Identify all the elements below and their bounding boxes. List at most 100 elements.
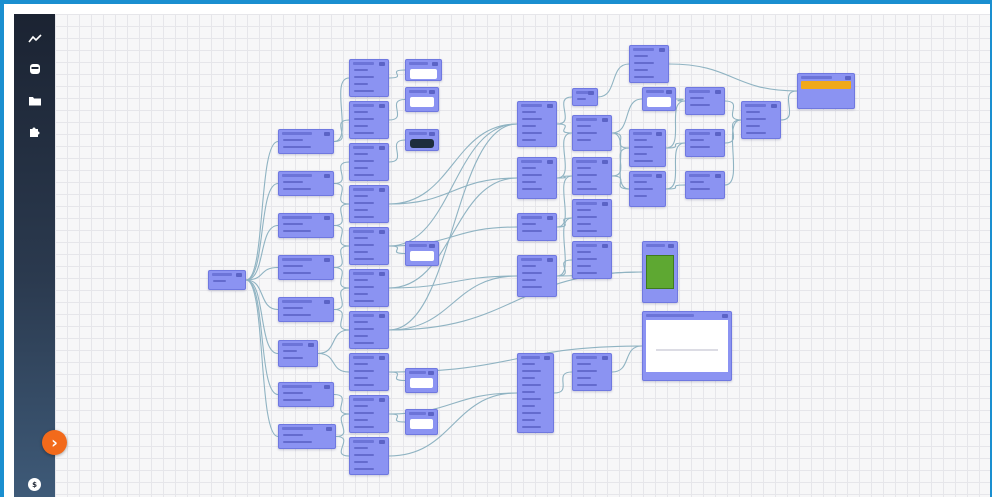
flow-node[interactable] <box>642 311 732 381</box>
node-toggle-button[interactable] <box>602 356 608 360</box>
node-toggle-button[interactable] <box>715 132 721 136</box>
flow-node[interactable] <box>517 353 554 433</box>
node-toggle-button[interactable] <box>602 160 608 164</box>
flow-node[interactable] <box>349 269 389 307</box>
node-toggle-button[interactable] <box>324 258 330 262</box>
node-toggle-button[interactable] <box>428 371 434 375</box>
flow-node[interactable] <box>642 87 676 111</box>
flow-node[interactable] <box>349 395 389 433</box>
flow-canvas[interactable] <box>55 14 990 497</box>
node-toggle-button[interactable] <box>379 188 385 192</box>
node-toggle-button[interactable] <box>379 440 385 444</box>
flow-node[interactable] <box>685 129 725 157</box>
node-toggle-button[interactable] <box>547 104 553 108</box>
flow-node[interactable] <box>349 227 389 265</box>
flow-node[interactable] <box>741 101 781 139</box>
flow-node[interactable] <box>349 437 389 475</box>
flow-node[interactable] <box>685 171 725 199</box>
flow-node[interactable] <box>278 171 334 196</box>
node-toggle-button[interactable] <box>659 48 665 52</box>
flow-node[interactable] <box>405 129 439 151</box>
node-toggle-button[interactable] <box>324 174 330 178</box>
node-toggle-button[interactable] <box>722 314 728 318</box>
node-toggle-button[interactable] <box>715 174 721 178</box>
flow-node[interactable] <box>685 87 725 115</box>
node-toggle-button[interactable] <box>602 244 608 248</box>
flow-node[interactable] <box>278 213 334 238</box>
node-toggle-button[interactable] <box>429 132 435 136</box>
flow-node[interactable] <box>517 255 557 297</box>
node-toggle-button[interactable] <box>379 272 385 276</box>
node-toggle-button[interactable] <box>324 216 330 220</box>
node-toggle-button[interactable] <box>668 244 674 248</box>
node-toggle-button[interactable] <box>547 258 553 262</box>
node-text-widget[interactable] <box>647 97 671 107</box>
node-toggle-button[interactable] <box>547 216 553 220</box>
flow-node[interactable] <box>349 185 389 223</box>
node-toggle-button[interactable] <box>602 118 608 122</box>
puzzle-piece-icon[interactable] <box>14 120 55 142</box>
node-toggle-button[interactable] <box>379 314 385 318</box>
node-toggle-button[interactable] <box>845 76 851 80</box>
node-toggle-button[interactable] <box>379 62 385 66</box>
flow-node[interactable] <box>349 101 389 139</box>
flow-node[interactable] <box>517 213 557 241</box>
node-toggle-button[interactable] <box>666 90 672 94</box>
flow-node[interactable] <box>278 129 334 154</box>
flow-node[interactable] <box>349 59 389 97</box>
node-toggle-button[interactable] <box>379 104 385 108</box>
flow-node[interactable] <box>405 87 439 112</box>
flow-node[interactable] <box>642 241 678 303</box>
node-text-widget[interactable] <box>410 97 434 107</box>
node-toggle-button[interactable] <box>715 90 721 94</box>
node-toggle-button[interactable] <box>379 356 385 360</box>
node-text-widget[interactable] <box>410 419 433 429</box>
node-toggle-button[interactable] <box>379 398 385 402</box>
node-text-widget[interactable] <box>410 378 433 388</box>
flow-node[interactable] <box>572 353 612 391</box>
flow-node[interactable] <box>278 424 336 449</box>
node-toggle-button[interactable] <box>326 427 332 431</box>
flow-node[interactable] <box>572 241 612 279</box>
node-toggle-button[interactable] <box>656 174 662 178</box>
flow-node[interactable] <box>629 171 666 207</box>
node-toggle-button[interactable] <box>588 91 594 95</box>
flow-node[interactable] <box>405 368 438 393</box>
flow-node[interactable] <box>517 101 557 147</box>
node-toggle-button[interactable] <box>429 90 435 94</box>
node-text-widget[interactable] <box>410 251 434 261</box>
node-toggle-button[interactable] <box>324 132 330 136</box>
node-toggle-button[interactable] <box>544 356 550 360</box>
node-toggle-button[interactable] <box>324 385 330 389</box>
node-toggle-button[interactable] <box>324 300 330 304</box>
flow-node[interactable] <box>572 115 612 151</box>
node-toggle-button[interactable] <box>656 132 662 136</box>
folder-icon[interactable] <box>14 89 55 111</box>
database-icon[interactable] <box>14 58 55 80</box>
flow-node[interactable] <box>405 409 438 435</box>
flow-node[interactable] <box>208 270 246 290</box>
node-toggle-button[interactable] <box>429 244 435 248</box>
node-toggle-button[interactable] <box>432 62 438 66</box>
node-toggle-button[interactable] <box>236 273 242 277</box>
flow-node[interactable] <box>278 297 334 322</box>
flow-node[interactable] <box>349 311 389 349</box>
node-toggle-button[interactable] <box>602 202 608 206</box>
flow-node[interactable] <box>405 59 442 81</box>
expand-sidebar-button[interactable]: › <box>42 430 67 455</box>
trend-line-icon[interactable] <box>14 28 55 50</box>
flow-node[interactable] <box>572 157 612 195</box>
flow-node[interactable] <box>629 129 666 167</box>
flow-node[interactable] <box>349 143 389 181</box>
node-toggle-button[interactable] <box>771 104 777 108</box>
flow-node[interactable] <box>629 45 669 83</box>
node-dark-widget[interactable] <box>410 139 434 148</box>
node-toggle-button[interactable] <box>379 230 385 234</box>
info-button[interactable]: $ <box>28 478 41 491</box>
flow-node[interactable] <box>278 255 334 280</box>
node-toggle-button[interactable] <box>379 146 385 150</box>
node-toggle-button[interactable] <box>308 343 314 347</box>
flow-node[interactable] <box>278 340 318 367</box>
node-text-widget[interactable] <box>410 69 437 79</box>
flow-node[interactable] <box>572 199 612 237</box>
